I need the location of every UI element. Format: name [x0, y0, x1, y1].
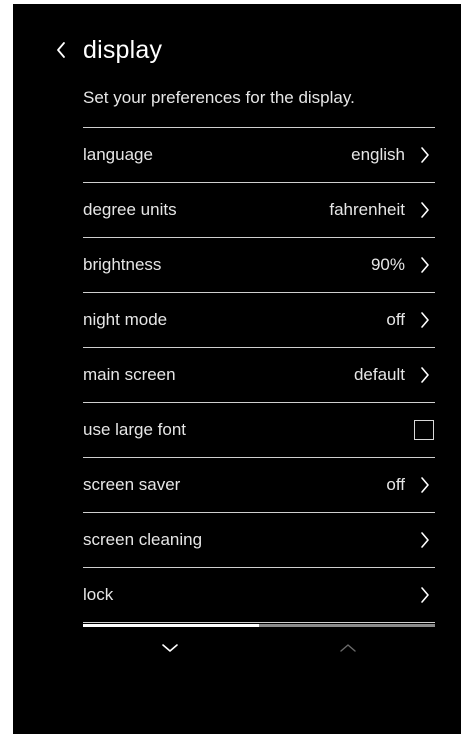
page-subtitle: Set your preferences for the display. [83, 88, 355, 107]
setting-row-main-screen[interactable]: main screen default [83, 348, 435, 403]
setting-row-screen-saver[interactable]: screen saver off [83, 458, 435, 513]
setting-row-night-mode[interactable]: night mode off [83, 293, 435, 348]
setting-value: default [353, 365, 405, 384]
setting-label: brightness [83, 255, 162, 274]
setting-label: degree units [83, 200, 177, 219]
header: display [55, 32, 162, 68]
setting-row-degree-units[interactable]: degree units fahrenheit [83, 183, 435, 238]
setting-row-language[interactable]: language english [83, 128, 435, 183]
chevron-right-icon [421, 367, 429, 383]
scrollbar-thumb[interactable] [83, 624, 259, 627]
display-settings-screen: display Set your preferences for the dis… [13, 4, 461, 734]
page-title: display [83, 35, 163, 64]
setting-value: 90% [370, 255, 405, 274]
setting-value: fahrenheit [329, 200, 405, 219]
setting-label: main screen [83, 365, 176, 384]
chevron-right-icon [421, 587, 429, 603]
large-font-checkbox[interactable] [414, 420, 434, 440]
setting-value: off [386, 310, 405, 329]
setting-label: language [83, 145, 153, 164]
setting-value: english [351, 145, 405, 164]
chevron-up-icon [340, 644, 356, 652]
scroll-down-button[interactable] [150, 636, 190, 660]
chevron-right-icon [421, 312, 429, 328]
back-button[interactable] [55, 32, 77, 68]
setting-label: screen saver [83, 475, 181, 494]
setting-row-use-large-font[interactable]: use large font [83, 403, 435, 458]
chevron-right-icon [421, 202, 429, 218]
setting-label: lock [83, 585, 114, 604]
setting-row-lock[interactable]: lock [83, 568, 435, 623]
chevron-right-icon [421, 257, 429, 273]
scroll-up-button[interactable] [328, 636, 368, 660]
setting-label: night mode [83, 310, 168, 329]
setting-value: off [386, 475, 405, 494]
setting-row-screen-cleaning[interactable]: screen cleaning [83, 513, 435, 568]
chevron-right-icon [421, 532, 429, 548]
scrollbar-track[interactable] [83, 624, 435, 627]
chevron-right-icon [421, 477, 429, 493]
setting-row-brightness[interactable]: brightness 90% [83, 238, 435, 293]
settings-list: language english degree units fahrenheit… [83, 127, 435, 623]
setting-label: use large font [83, 420, 187, 439]
chevron-left-icon [57, 42, 65, 58]
chevron-right-icon [421, 147, 429, 163]
chevron-down-icon [162, 644, 178, 652]
setting-label: screen cleaning [83, 530, 203, 549]
